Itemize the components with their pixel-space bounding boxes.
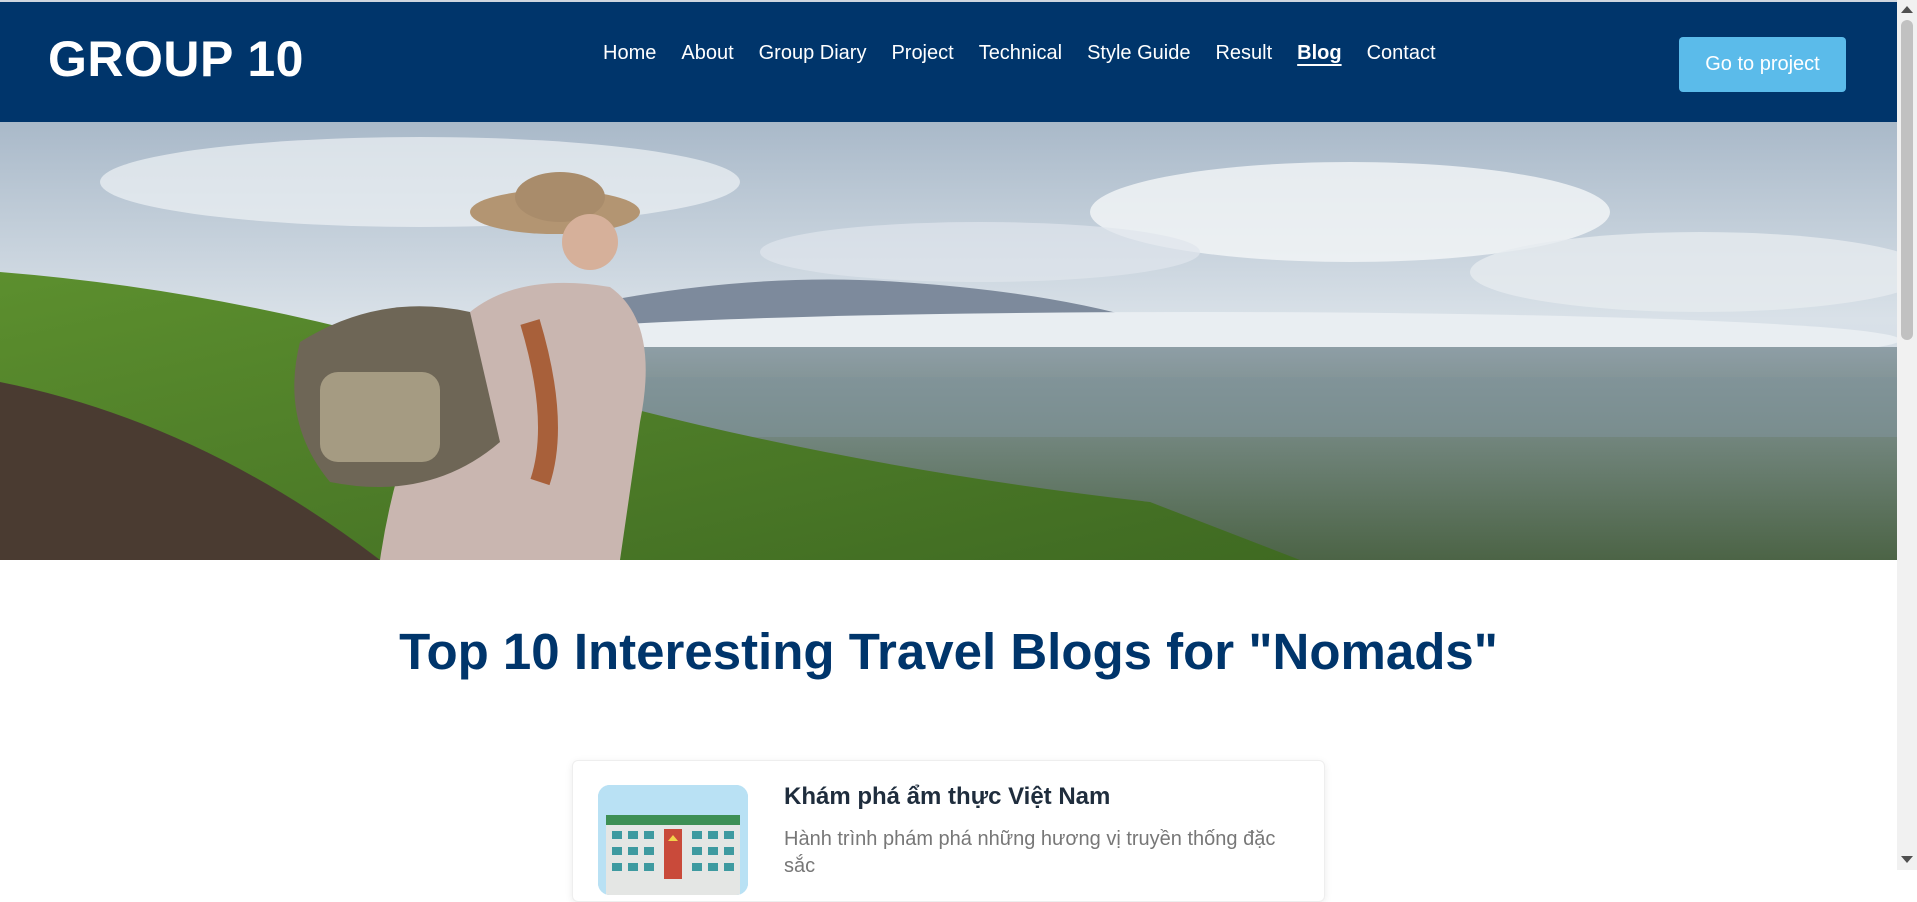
hero-banner bbox=[0, 122, 1897, 560]
main-nav: Home About Group Diary Project Technical… bbox=[603, 42, 1461, 72]
site-header: GROUP 10 Home About Group Diary Project … bbox=[0, 2, 1897, 122]
nav-result[interactable]: Result bbox=[1215, 42, 1272, 72]
blog-card-title[interactable]: Khám phá ẩm thực Việt Nam bbox=[784, 783, 1110, 811]
scroll-up-icon[interactable] bbox=[1901, 6, 1913, 13]
blog-card-description: Hành trình phám phá những hương vị truyề… bbox=[784, 828, 1276, 877]
scroll-down-icon[interactable] bbox=[1901, 856, 1913, 863]
blog-card[interactable]: Khám phá ẩm thực Việt Nam Hành trình phá… bbox=[572, 760, 1325, 902]
scrollbar-thumb[interactable] bbox=[1901, 20, 1913, 340]
nav-group-diary[interactable]: Group Diary bbox=[759, 42, 867, 72]
nav-project[interactable]: Project bbox=[891, 42, 953, 72]
nav-about[interactable]: About bbox=[681, 42, 733, 72]
go-to-project-button[interactable]: Go to project bbox=[1679, 37, 1846, 92]
nav-blog[interactable]: Blog bbox=[1297, 42, 1341, 72]
page-title: Top 10 Interesting Travel Blogs for "Nom… bbox=[399, 623, 1498, 680]
nav-home[interactable]: Home bbox=[603, 42, 656, 72]
nav-technical[interactable]: Technical bbox=[979, 42, 1062, 72]
brand-logo[interactable]: GROUP 10 bbox=[48, 30, 304, 88]
university-building-thumbnail bbox=[598, 785, 748, 895]
nav-contact[interactable]: Contact bbox=[1367, 42, 1436, 72]
travel-hero-image bbox=[0, 122, 1897, 560]
nav-style-guide[interactable]: Style Guide bbox=[1087, 42, 1190, 72]
